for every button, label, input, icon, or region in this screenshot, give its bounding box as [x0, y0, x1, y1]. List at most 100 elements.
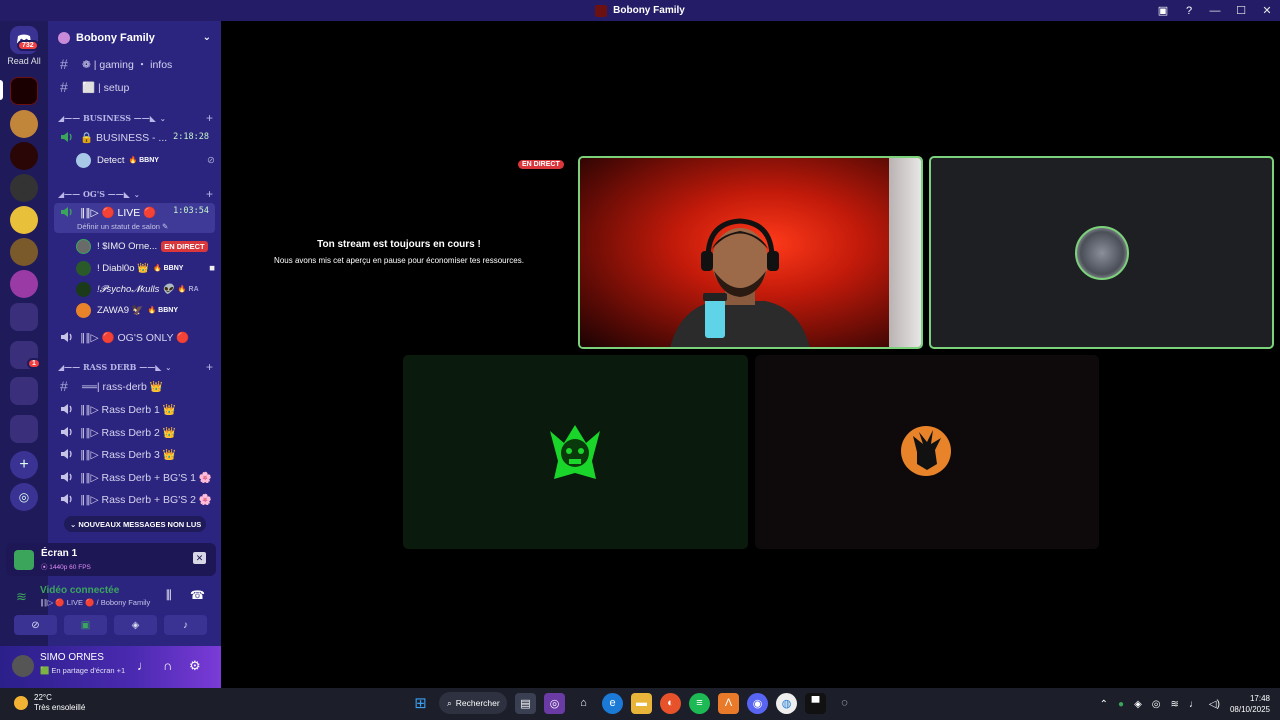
add-channel-icon[interactable]: + — [206, 111, 213, 125]
username[interactable]: SIMO ORNES — [40, 652, 104, 663]
voice-channel-ogs-only[interactable]: ∥∥▷ 🔴 OG'S ONLY 🔴 — [54, 327, 215, 347]
inbox-icon[interactable]: ▣ — [1150, 0, 1176, 21]
user-panel: SIMO ORNES 🟩 En partage d'écran +1 ♩ ∩ ⚙ — [0, 646, 221, 688]
app-icon-3[interactable]: ⌂ — [573, 693, 594, 714]
speaker-icon — [61, 132, 72, 142]
speaker-icon — [61, 332, 72, 342]
status-dot-icon[interactable]: ● — [1118, 699, 1124, 710]
category-rass-derb[interactable]: ◢—— RASS DERB ——◣ ⌄ + — [58, 360, 213, 374]
voice-channel-business[interactable]: 🔒 BUSINESS - ... 2:18:28 — [54, 127, 215, 147]
server-avatar-5[interactable] — [10, 206, 38, 234]
wifi-icon[interactable]: ≋ — [1171, 699, 1179, 710]
search-box[interactable]: ⌕ Rechercher — [439, 692, 507, 714]
avatar — [76, 152, 91, 168]
voice-channel-rass-derb-3[interactable]: ∥∥▷ Rass Derb 3 👑 — [54, 444, 215, 464]
read-all-button[interactable]: Read All — [0, 56, 48, 66]
voice-location[interactable]: ∥∥▷ 🔴 LIVE 🔴 / Bobony Family — [40, 598, 150, 607]
search-icon: ⌕ — [447, 697, 452, 708]
app-icon-12[interactable]: ▀ — [805, 692, 826, 714]
disconnect-icon[interactable]: ☎ — [190, 588, 205, 602]
channel-rass-derb[interactable]: # ══| rass-derb 👑 — [54, 376, 215, 396]
avatar[interactable] — [12, 655, 34, 677]
firefox-icon[interactable]: ◐ — [660, 692, 681, 714]
activities-button[interactable]: ◈ — [114, 615, 157, 635]
voice-user-zawa9[interactable]: ZAWA9 🦅 🔥 BBNY — [76, 300, 215, 320]
microphone-tray-icon[interactable]: ♩ — [1189, 699, 1199, 710]
add-server-button[interactable]: + — [10, 451, 38, 479]
selected-pill — [0, 80, 3, 100]
server-header[interactable]: Bobony Family ⌄ — [48, 21, 221, 54]
weather-widget[interactable]: 22°C Très ensoleillé — [14, 693, 85, 713]
speaker-icon — [61, 472, 72, 482]
signal-icon[interactable]: ≋ — [16, 589, 27, 605]
new-messages-banner[interactable]: ⌄ NOUVEAUX MESSAGES NON LUS — [64, 516, 206, 532]
voice-user-psychoskulls[interactable]: !𝓟sycho𝓝kulls 👽 🔥 RA — [76, 279, 215, 299]
sun-icon — [14, 696, 28, 710]
chevron-up-icon[interactable]: ⌃ — [1100, 699, 1108, 710]
channel-gaming-infos[interactable]: # ❁ | gaming ・ infos — [54, 54, 215, 74]
screen-share-button[interactable]: ▣ — [64, 615, 107, 635]
voice-user-detect[interactable]: Detect 🔥 BBNY ⊘ — [76, 150, 215, 170]
system-tray: ⌃ ● ◈ ◎ ≋ ♩ ◁) 17:48 08/10/2025 — [1100, 688, 1270, 720]
add-channel-icon[interactable]: + — [206, 360, 213, 374]
clock[interactable]: 17:48 08/10/2025 — [1230, 693, 1270, 715]
voice-user-simo[interactable]: ! $IMO Orne... EN DIRECT — [76, 236, 215, 256]
server-folder-3[interactable] — [10, 377, 38, 405]
category-ogs[interactable]: ◢—— OG'S ——◣ ⌄ + — [58, 187, 213, 201]
task-view-icon[interactable]: ▤ — [515, 692, 536, 714]
server-folder-4[interactable] — [10, 415, 38, 443]
chevron-down-icon: ⌄ — [159, 113, 166, 123]
voice-channel-rass-derb-2[interactable]: ∥∥▷ Rass Derb 2 👑 — [54, 422, 215, 442]
video-tile-user-3[interactable] — [403, 355, 748, 549]
camera-off-button[interactable]: ⊘ — [14, 615, 57, 635]
explore-servers-icon[interactable]: ◎ — [10, 483, 38, 511]
noise-suppression-icon[interactable]: ⫼ — [166, 588, 172, 603]
server-folder-1[interactable] — [10, 303, 38, 331]
help-icon[interactable]: ? — [1176, 0, 1202, 21]
skull-avatar — [550, 425, 600, 479]
avatar — [76, 260, 91, 276]
stop-stream-button[interactable]: ✕ — [193, 552, 206, 564]
add-channel-icon[interactable]: + — [206, 187, 213, 201]
spotify-icon[interactable]: ≡ — [689, 692, 710, 714]
server-avatar-4[interactable] — [10, 174, 38, 202]
soundboard-button[interactable]: ♪ — [164, 615, 207, 635]
chrome-icon[interactable]: ◍ — [776, 692, 797, 714]
voice-connection-panel: ≋ Vidéo connectée ∥∥▷ 🔴 LIVE 🔴 / Bobony … — [6, 580, 216, 640]
close-button[interactable]: ✕ — [1254, 0, 1280, 21]
video-tile-webcam[interactable] — [578, 156, 923, 349]
volume-icon[interactable]: ◁) — [1209, 699, 1220, 710]
voice-status[interactable]: Vidéo connectée — [40, 585, 119, 596]
edge-icon[interactable]: e — [602, 692, 623, 714]
app-icon-13[interactable]: ◌ — [834, 693, 855, 714]
server-avatar-7[interactable] — [10, 270, 38, 298]
maximize-button[interactable]: ☐ — [1228, 0, 1254, 21]
paused-subtitle: Nous avons mis cet aperçu en pause pour … — [274, 256, 524, 265]
server-avatar-6[interactable] — [10, 238, 38, 266]
file-explorer-icon[interactable]: ▬ — [631, 692, 652, 714]
steam-icon[interactable]: ◈ — [1134, 699, 1142, 710]
server-bobony-family[interactable] — [10, 77, 38, 105]
server-avatar-2[interactable] — [10, 110, 38, 138]
windows-start-icon[interactable]: ⊞ — [410, 693, 431, 714]
headphones-icon[interactable]: ∩ — [163, 658, 172, 673]
voice-channel-rass-derb-bgs-2[interactable]: ∥∥▷ Rass Derb + BG'S 2 🌸 — [54, 489, 215, 509]
voice-channel-rass-derb-1[interactable]: ∥∥▷ Rass Derb 1 👑 — [54, 399, 215, 419]
server-icon — [58, 31, 70, 44]
channel-status-hint[interactable]: Définir un statut de salon ✎ — [77, 222, 168, 231]
channel-setup[interactable]: # ⬜ | setup — [54, 77, 215, 97]
server-avatar-3[interactable] — [10, 142, 38, 170]
network-tray-icon[interactable]: ◎ — [1152, 699, 1161, 710]
settings-icon[interactable]: ⚙ — [189, 658, 201, 674]
voice-channel-rass-derb-bgs-1[interactable]: ∥∥▷ Rass Derb + BG'S 1 🌸 — [54, 467, 215, 487]
discord-taskbar-icon[interactable]: ◉ — [747, 692, 768, 714]
minimize-button[interactable]: — — [1202, 0, 1228, 21]
category-business[interactable]: ◢—— BUSINESS ——◣ ⌄ + — [58, 111, 213, 125]
app-icon-9[interactable]: Λ — [718, 692, 739, 714]
speaker-icon — [61, 404, 72, 414]
voice-user-diabl0o[interactable]: ! Diabl0o 👑 🔥 BBNY ■ — [76, 258, 215, 278]
video-tile-user-2[interactable] — [929, 156, 1274, 349]
video-tile-user-4[interactable] — [755, 355, 1099, 549]
microphone-icon[interactable]: ♩ — [137, 658, 150, 673]
app-icon-2[interactable]: ◎ — [544, 692, 565, 714]
